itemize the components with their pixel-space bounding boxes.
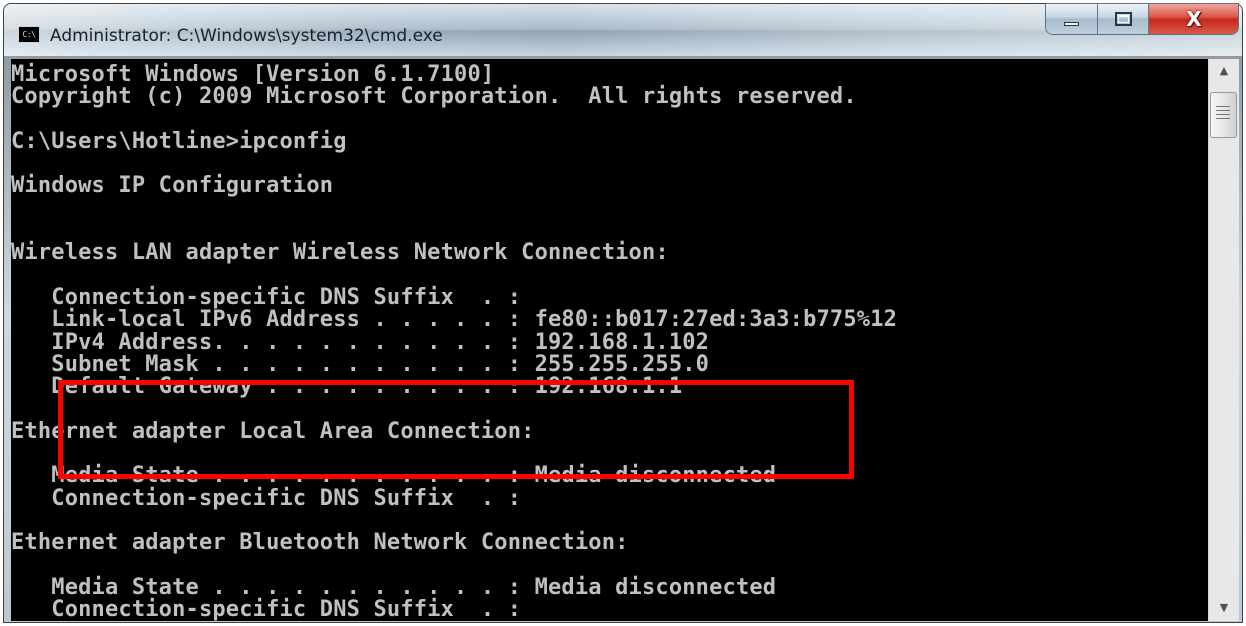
console-line: Media State . . . . . . . . . . . : Medi… — [11, 574, 777, 600]
scroll-down-arrow-icon[interactable]: ▼ — [1209, 597, 1239, 619]
close-button[interactable]: X — [1149, 4, 1238, 34]
console-line: Link-local IPv6 Address . . . . . : fe80… — [11, 307, 898, 333]
scroll-grip-icon — [1216, 106, 1230, 122]
minimize-icon — [1064, 22, 1079, 26]
console-line: Microsoft Windows [Version 6.1.7100] — [11, 62, 495, 87]
console-line: Copyright (c) 2009 Microsoft Corporation… — [11, 84, 857, 110]
console-line: Wireless LAN adapter Wireless Network Co… — [11, 240, 669, 266]
close-icon: X — [1186, 7, 1202, 31]
maximize-button[interactable] — [1097, 4, 1150, 34]
window-controls: X — [1046, 4, 1238, 34]
title-bar[interactable]: C:\ Administrator: C:\Windows\system32\c… — [4, 4, 1242, 56]
maximize-icon — [1114, 12, 1132, 26]
console-line: Media State . . . . . . . . . . . : Medi… — [11, 463, 777, 489]
console-line: C:\Users\Hotline>ipconfig — [11, 128, 347, 154]
console-output[interactable]: Microsoft Windows [Version 6.1.7100] Cop… — [11, 59, 1208, 621]
console-line: Default Gateway . . . . . . . . . : 192.… — [11, 374, 683, 400]
scroll-up-arrow-icon[interactable]: ▲ — [1209, 60, 1239, 82]
window-title: Administrator: C:\Windows\system32\cmd.e… — [50, 26, 443, 46]
terminal-lines: Microsoft Windows [Version 6.1.7100] Cop… — [11, 59, 1208, 621]
scroll-thumb[interactable] — [1210, 92, 1237, 138]
console-line: Subnet Mask . . . . . . . . . . . : 255.… — [11, 351, 710, 377]
console-line: Ethernet adapter Bluetooth Network Conne… — [11, 530, 629, 556]
vertical-scrollbar[interactable]: ▲ ▼ — [1208, 59, 1239, 621]
minimize-button[interactable] — [1046, 4, 1098, 34]
console-line: IPv4 Address. . . . . . . . . . . : 192.… — [11, 329, 710, 355]
console-line: Connection-specific DNS Suffix . : — [11, 597, 522, 621]
console-line: Connection-specific DNS Suffix . : — [11, 485, 522, 511]
console-line: Ethernet adapter Local Area Connection: — [11, 418, 535, 444]
console-line: Windows IP Configuration — [11, 173, 334, 199]
cmd-icon: C:\ — [18, 26, 40, 43]
console-line: Connection-specific DNS Suffix . : — [11, 284, 522, 310]
